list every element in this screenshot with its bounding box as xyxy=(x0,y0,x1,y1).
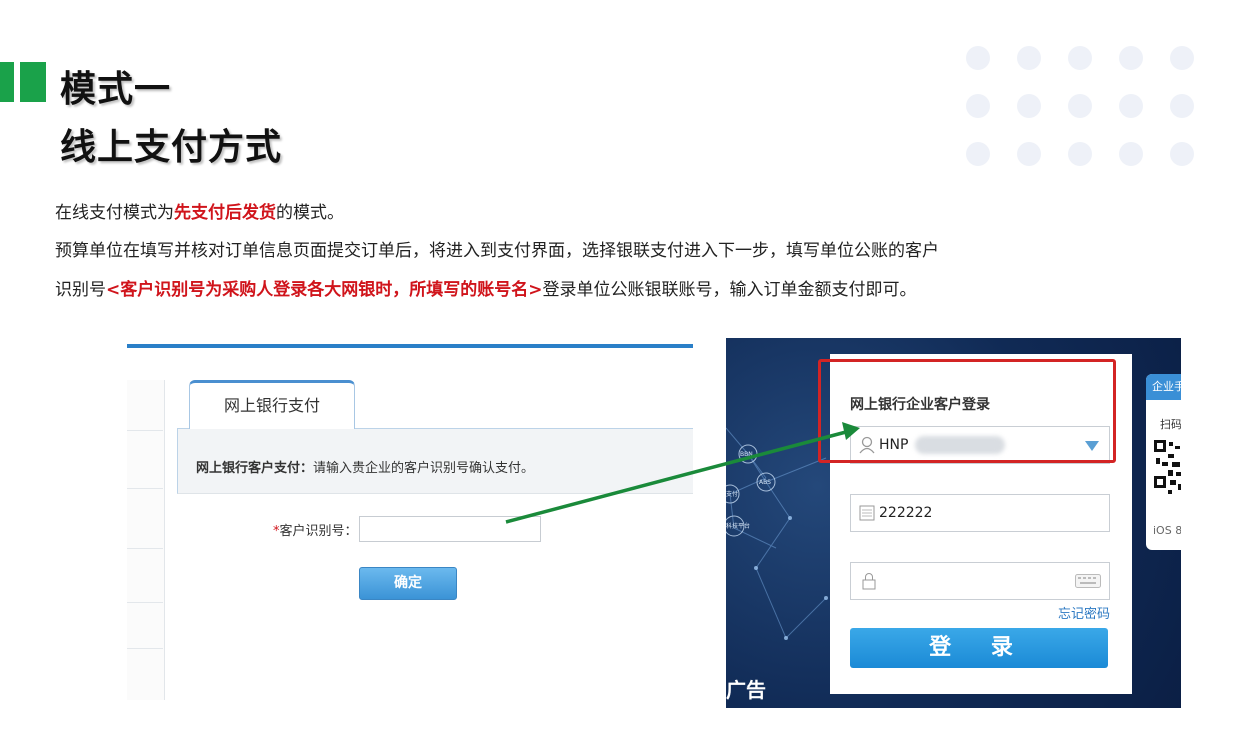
customer-id-input[interactable] xyxy=(359,516,541,542)
left-panel xyxy=(127,380,165,700)
info-box: 网上银行客户支付：请输入贵企业的客户识别号确认支付。 xyxy=(177,429,693,494)
background-ad-text: 广告 xyxy=(726,678,766,702)
highlight-box xyxy=(818,359,1116,463)
mobile-app-tab[interactable]: 企业手 xyxy=(1146,374,1181,400)
decorative-dot-grid xyxy=(966,46,1206,170)
bank-login-screenshot: BBN ABS 支付 科技平台 广告 网上银行企业客户登录 HNP 222222 xyxy=(726,338,1181,708)
keyboard-icon[interactable] xyxy=(1075,574,1101,588)
info-label: 网上银行客户支付： xyxy=(196,461,314,476)
lock-icon xyxy=(862,573,876,590)
net-label: 支付 xyxy=(726,490,738,498)
customer-id-label: *客户识别号： xyxy=(273,520,358,539)
mobile-app-panel[interactable]: 企业手 扫码 iOS 8 xyxy=(1146,374,1181,550)
password-value: 222222 xyxy=(879,505,933,521)
page-subtitle: 线上支付方式 xyxy=(60,127,283,168)
highlight-text: <客户识别号为采购人登录各大网银时，所填写的账号名> xyxy=(106,280,543,300)
text: 的模式。 xyxy=(276,203,344,223)
net-label: BBN xyxy=(740,451,753,458)
forgot-password-link[interactable]: 忘记密码 xyxy=(1058,603,1110,622)
text: 识别号 xyxy=(55,280,106,300)
login-button[interactable]: 登 录 xyxy=(850,628,1108,668)
scan-label: 扫码 xyxy=(1160,418,1181,431)
net-label: ABS xyxy=(759,479,771,486)
paragraph-line-1: 在线支付模式为先支付后发货的模式。 xyxy=(55,198,344,223)
password-field[interactable]: 222222 xyxy=(850,494,1110,532)
payment-page-screenshot: 网上银行支付 网上银行客户支付：请输入贵企业的客户识别号确认支付。 *客户识别号… xyxy=(127,338,693,702)
keyboard-icon xyxy=(859,505,875,521)
ios-label: iOS 8 xyxy=(1153,524,1181,537)
title-marker-bar xyxy=(0,62,14,102)
paragraph-line-2: 预算单位在填写并核对订单信息页面提交订单后，将进入到支付界面，选择银联支付进入下… xyxy=(55,241,939,261)
text: 在线支付模式为 xyxy=(55,203,174,223)
confirm-button[interactable]: 确定 xyxy=(359,567,457,600)
info-message: 请输入贵企业的客户识别号确认支付。 xyxy=(313,461,535,476)
page-title: 模式一 xyxy=(60,69,172,110)
qr-code-icon xyxy=(1154,440,1181,494)
text: 登录单位公账银联账号，输入订单金额支付即可。 xyxy=(542,280,917,300)
tab-online-bank-payment[interactable]: 网上银行支付 xyxy=(189,380,355,431)
title-marker-bar xyxy=(20,62,46,102)
label-text: 客户识别号： xyxy=(279,524,358,539)
highlight-text: 先支付后发货 xyxy=(174,203,276,223)
info-text: 网上银行客户支付：请输入贵企业的客户识别号确认支付。 xyxy=(196,457,534,476)
net-label: 科技平台 xyxy=(726,522,750,530)
paragraph-line-3: 识别号<客户识别号为采购人登录各大网银时，所填写的账号名>登录单位公账银联账号，… xyxy=(55,275,917,300)
pin-field[interactable] xyxy=(850,562,1110,600)
header-line xyxy=(127,344,693,348)
